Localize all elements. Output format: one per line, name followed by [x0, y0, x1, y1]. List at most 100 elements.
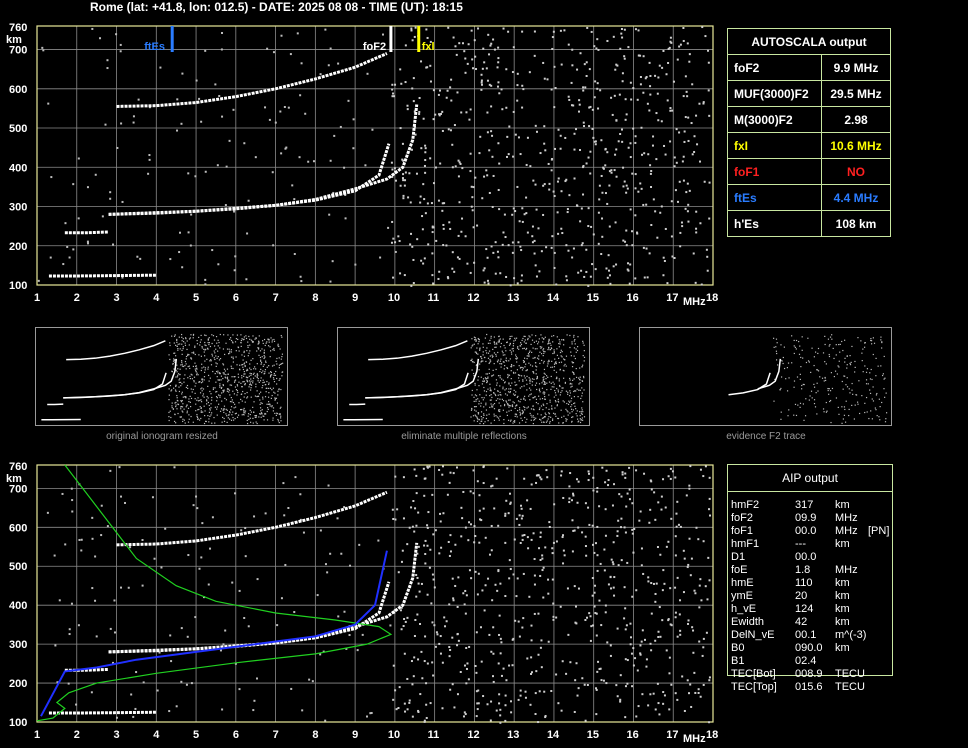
noise-dot: [263, 349, 265, 351]
noise-dot: [707, 556, 710, 559]
noise-dot: [706, 269, 709, 272]
noise-dot: [690, 557, 693, 560]
noise-dot: [216, 376, 218, 378]
noise-dot: [689, 465, 692, 468]
noise-dot: [560, 63, 563, 66]
noise-dot: [109, 197, 112, 200]
noise-dot: [795, 339, 798, 342]
noise-dot: [414, 618, 417, 621]
noise-dot: [216, 397, 218, 399]
autoscala-value: 9.9 MHz: [821, 54, 891, 81]
noise-dot: [192, 365, 194, 368]
noise-dot: [431, 661, 434, 664]
noise-dot: [591, 543, 594, 546]
noise-dot: [693, 671, 696, 674]
noise-dot: [497, 256, 500, 259]
noise-dot: [470, 347, 472, 349]
noise-dot: [106, 59, 109, 62]
noise-dot: [451, 267, 454, 270]
noise-dot: [581, 380, 583, 382]
noise-dot: [180, 401, 183, 403]
noise-dot: [565, 279, 568, 282]
noise-dot: [596, 569, 599, 572]
noise-dot: [476, 480, 479, 483]
noise-dot: [252, 335, 254, 337]
noise-dot: [649, 693, 652, 696]
noise-dot: [249, 344, 251, 346]
noise-dot: [593, 551, 596, 554]
noise-dot: [605, 267, 608, 270]
noise-dot: [488, 350, 491, 352]
noise-dot: [642, 203, 645, 206]
noise-dot: [173, 342, 175, 344]
noise-dot: [277, 394, 279, 396]
noise-dot: [533, 54, 536, 57]
noise-dot: [484, 421, 486, 423]
noise-dot: [526, 499, 529, 502]
noise-dot: [699, 695, 702, 698]
noise-dot: [559, 351, 562, 354]
noise-dot: [550, 382, 552, 384]
noise-dot: [217, 339, 219, 341]
noise-dot: [581, 366, 583, 368]
noise-dot: [488, 633, 491, 636]
noise-dot: [509, 335, 511, 338]
noise-dot: [474, 382, 476, 385]
autoscala-value: NO: [821, 158, 891, 185]
noise-dot: [502, 386, 504, 388]
noise-dot: [555, 415, 557, 417]
noise-dot: [227, 334, 229, 336]
noise-dot: [203, 366, 205, 368]
noise-dot: [571, 420, 573, 422]
noise-dot: [780, 376, 783, 378]
noise-dot: [424, 562, 427, 565]
noise-dot: [565, 275, 568, 278]
noise-dot: [583, 275, 586, 278]
noise-dot: [516, 72, 519, 75]
noise-dot: [280, 406, 282, 408]
noise-dot: [702, 637, 705, 640]
y-tick-label: 600: [9, 84, 27, 96]
noise-dot: [424, 212, 427, 215]
noise-dot: [219, 357, 222, 360]
noise-dot: [529, 350, 531, 352]
noise-dot: [544, 383, 546, 385]
noise-dot: [490, 700, 493, 703]
noise-dot: [491, 599, 494, 602]
noise-dot: [228, 348, 230, 350]
noise-dot: [608, 274, 611, 277]
noise-dot: [499, 391, 501, 394]
noise-dot: [613, 594, 616, 597]
fxl-marker-label: fxl: [422, 41, 435, 53]
noise-dot: [204, 334, 206, 336]
noise-dot: [597, 211, 600, 214]
noise-dot: [449, 550, 452, 553]
noise-dot: [410, 148, 413, 151]
noise-dot: [250, 378, 252, 380]
noise-dot: [499, 385, 501, 387]
noise-dot: [269, 405, 271, 407]
noise-dot: [625, 244, 628, 247]
noise-dot: [431, 252, 434, 255]
noise-dot: [421, 228, 424, 231]
noise-dot: [227, 373, 229, 375]
noise-dot: [584, 535, 587, 538]
noise-dot: [71, 510, 74, 513]
noise-dot: [500, 366, 502, 368]
noise-dot: [243, 373, 245, 375]
noise-dot: [634, 214, 637, 217]
noise-dot: [540, 414, 542, 416]
noise-dot: [480, 83, 483, 86]
noise-dot: [584, 502, 587, 505]
noise-dot: [553, 386, 555, 388]
noise-dot: [536, 366, 538, 368]
x-tick-label: 7: [273, 292, 279, 304]
noise-dot: [201, 345, 203, 348]
noise-dot: [516, 282, 519, 285]
noise-dot: [232, 334, 234, 336]
noise-dot: [299, 493, 302, 496]
noise-dot: [468, 521, 471, 524]
noise-dot: [124, 501, 127, 504]
noise-dot: [176, 371, 178, 373]
noise-dot: [515, 413, 517, 415]
